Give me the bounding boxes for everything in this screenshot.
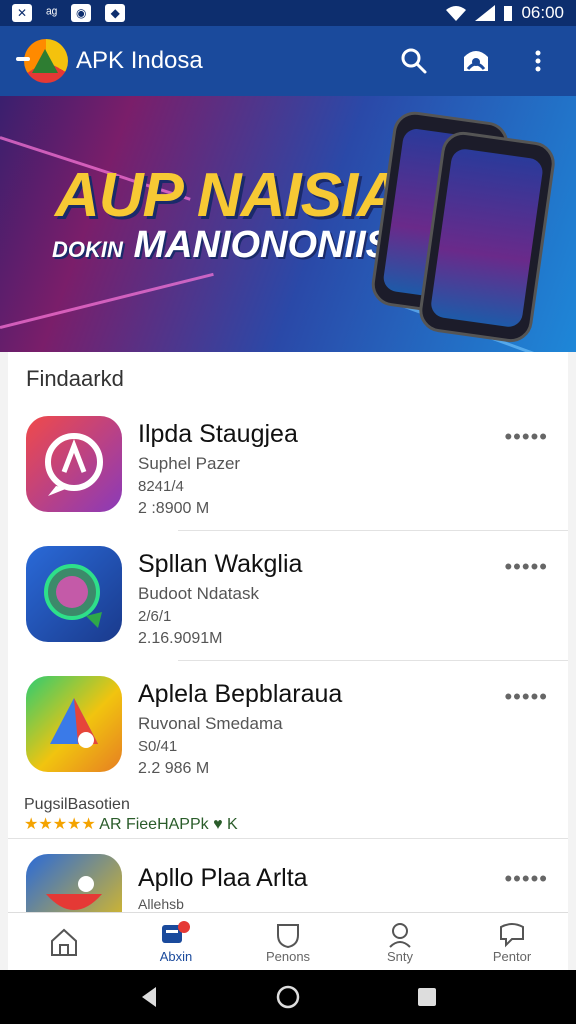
more-options-button[interactable]: ••••• [504, 424, 548, 450]
promo-text: AR FieeHAPPk ♥ K [99, 816, 238, 833]
recents-icon[interactable] [416, 986, 438, 1008]
app-list-sheet: Findaarkd Ilpda Staugjea Suphel Pazer 82… [8, 352, 568, 912]
nav-penons[interactable]: Penons [232, 913, 344, 971]
app-title: APK Indosa [76, 47, 203, 74]
more-vert-icon [535, 50, 541, 72]
app-bar: APK Indosa [0, 26, 576, 96]
home-icon [51, 928, 77, 956]
more-options-button[interactable]: ••••• [504, 866, 548, 892]
wifi-icon [446, 6, 467, 21]
account-button[interactable] [454, 39, 498, 83]
x-icon: ✕ [12, 4, 32, 22]
banner-subtitle: DOKIN MANIONONIISIA [52, 224, 430, 266]
app-icon [26, 546, 122, 642]
app-name: Ilpda Staugjea [138, 420, 298, 448]
app-size: 2.2 986 M [138, 760, 210, 777]
chat-icon [500, 922, 524, 947]
app-version: S0/41 [138, 738, 178, 755]
apps-icon [162, 920, 190, 943]
app-logo [16, 37, 68, 85]
app-developer: Suphel Pazer [138, 454, 241, 473]
nav-home[interactable] [8, 913, 120, 971]
bottom-navigation: Abxin Penons Snty Pentor [8, 912, 568, 971]
portrait-icon: ◉ [71, 4, 92, 22]
nav-label: Abxin [159, 948, 193, 964]
divider [178, 530, 568, 531]
divider [178, 660, 568, 661]
person-icon [389, 922, 411, 948]
overflow-menu-button[interactable] [516, 39, 560, 83]
app-version: 2/6/1 [138, 608, 172, 625]
signal-icon: ᵃᵍ [46, 4, 58, 22]
list-item[interactable]: Spllan Wakglia Budoot Ndatask 2/6/1 2.16… [8, 532, 568, 662]
home-circle-icon[interactable] [275, 984, 301, 1010]
list-item[interactable]: Apllo Plaa Arlta Allehsb ••••• [8, 840, 568, 912]
list-item[interactable]: Ilpda Staugjea Suphel Pazer 8241/4 2 :89… [8, 402, 568, 532]
divider [8, 838, 568, 839]
nav-pentor[interactable]: Pentor [456, 913, 568, 971]
system-navigation-bar [0, 970, 576, 1024]
cell-signal-icon [475, 5, 496, 21]
banner-title: AUP NAISIAI [55, 161, 418, 230]
section-title: Findaarkd [26, 366, 124, 391]
nav-label: Snty [386, 948, 413, 964]
more-options-button[interactable]: ••••• [504, 554, 548, 580]
promo-line[interactable]: ★★★★★ AR FieeHAPPk ♥ K [24, 814, 238, 834]
search-button[interactable] [392, 39, 436, 83]
app-developer: Budoot Ndatask [138, 584, 259, 603]
nav-apps[interactable]: Abxin [120, 913, 232, 971]
rating-stars: ★★★★★ [24, 816, 96, 833]
app-icon [26, 676, 122, 772]
app-version: 8241/4 [138, 478, 184, 495]
nav-snty[interactable]: Snty [344, 913, 456, 971]
promo-banner[interactable]: AUP NAISIAI DOKIN MANIONONIISIA [0, 96, 576, 352]
app-name: Spllan Wakglia [138, 550, 303, 578]
app-developer: Ruvonal Smedama [138, 714, 283, 733]
back-icon[interactable] [138, 985, 160, 1009]
app-name: Aplela Bepblaraua [138, 680, 343, 708]
app-size: 2 :8900 M [138, 500, 210, 517]
search-icon [401, 48, 427, 74]
shield-icon [277, 923, 299, 948]
promo-label: PugsilBasotien [24, 796, 130, 813]
app-developer: Allehsb [138, 896, 184, 912]
shield-icon: ◆ [105, 4, 126, 22]
nav-label: Penons [265, 948, 311, 964]
app-size: 2.16.9091M [138, 630, 223, 647]
app-icon [26, 854, 122, 912]
status-bar: ✕ ᵃᵍ ◉ ◆ 06:00 [0, 0, 576, 26]
account-icon [464, 51, 488, 71]
battery-icon [504, 6, 513, 21]
app-icon [26, 416, 122, 512]
nav-label: Pentor [492, 948, 532, 964]
app-name: Apllo Plaa Arlta [138, 864, 308, 892]
status-time: 06:00 [521, 3, 564, 22]
list-item[interactable]: Aplela Bepblaraua Ruvonal Smedama S0/41 … [8, 662, 568, 792]
more-options-button[interactable]: ••••• [504, 684, 548, 710]
